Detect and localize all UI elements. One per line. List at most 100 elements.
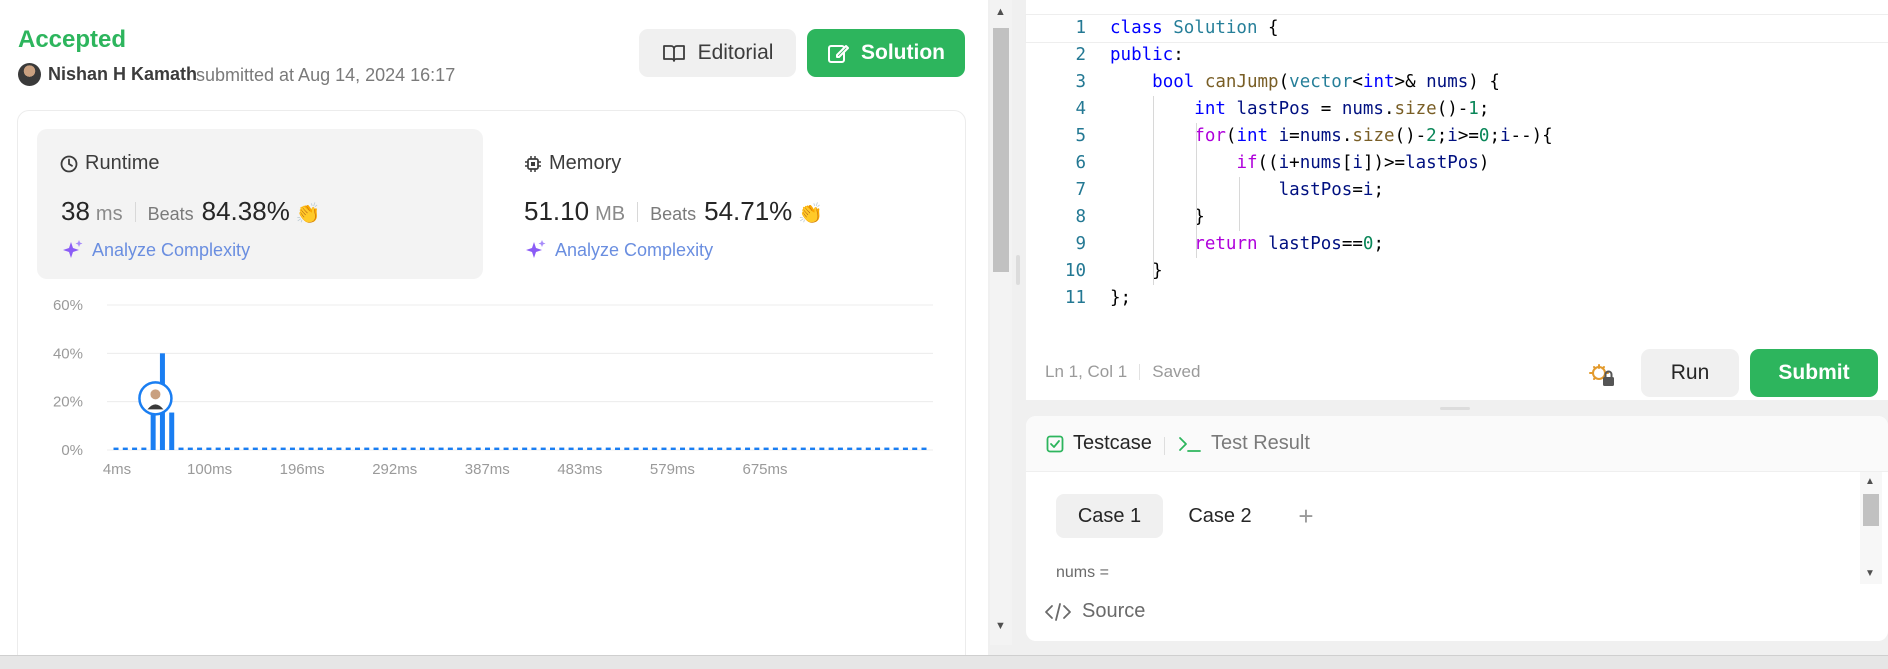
scroll-down-arrow-icon[interactable]: ▼	[995, 620, 1006, 632]
chart-bar[interactable]	[624, 447, 630, 450]
runtime-analyze-complexity-link[interactable]: Analyze Complexity	[62, 239, 250, 261]
chart-bar[interactable]	[689, 447, 695, 450]
chart-bar[interactable]	[169, 412, 175, 450]
chart-bar[interactable]	[447, 447, 453, 450]
chart-bar[interactable]	[680, 447, 686, 450]
chart-bar[interactable]	[178, 447, 184, 450]
scroll-down-arrow-icon[interactable]: ▼	[1865, 568, 1875, 579]
code-area[interactable]: 1 class Solution {2 public: 3 bool canJump(…	[1025, 14, 1888, 312]
code-line[interactable]: 2 public:	[1026, 42, 1888, 69]
chart-bar[interactable]	[707, 447, 713, 450]
chart-bar[interactable]	[735, 447, 741, 450]
chart-bar[interactable]	[902, 447, 908, 450]
chart-bar[interactable]	[410, 447, 416, 450]
chart-bar[interactable]	[382, 447, 388, 450]
chart-bar[interactable]	[642, 447, 648, 450]
chart-bar[interactable]	[754, 447, 760, 450]
scroll-up-arrow-icon[interactable]: ▲	[995, 6, 1006, 18]
chart-bar[interactable]	[243, 447, 249, 450]
chart-bar[interactable]	[652, 447, 658, 450]
chart-bar[interactable]	[373, 447, 379, 450]
chart-bar[interactable]	[875, 447, 881, 450]
chart-bar[interactable]	[587, 447, 593, 450]
horizontal-resize-handle[interactable]	[1440, 407, 1470, 410]
chart-bar[interactable]	[234, 447, 240, 450]
chart-bar[interactable]	[429, 447, 435, 450]
runtime-distribution-chart[interactable]: 0% 20% 40% 60% 4ms 100ms 196ms 292ms 387ms 483ms 5…	[40, 295, 940, 575]
chart-bar[interactable]	[633, 447, 639, 450]
left-panel-scrollbar[interactable]: ▲ ▼	[990, 0, 1012, 645]
panel-resize-handle[interactable]	[1016, 255, 1020, 285]
case-1-tab[interactable]: Case 1	[1056, 494, 1163, 538]
solution-button[interactable]: Solution	[807, 29, 965, 77]
chart-bar[interactable]	[466, 447, 472, 450]
chart-bar[interactable]	[512, 447, 518, 450]
code-line[interactable]: 11};	[1026, 285, 1888, 312]
tab-test-result[interactable]: Test Result	[1178, 432, 1310, 455]
chart-bar[interactable]	[865, 447, 871, 450]
chart-bar[interactable]	[531, 447, 537, 450]
chart-bar[interactable]	[494, 447, 500, 450]
bug-lock-icon[interactable]	[1588, 360, 1618, 390]
code-line[interactable]: 1 class Solution {	[1025, 14, 1888, 43]
run-button[interactable]: Run	[1641, 349, 1739, 397]
scrollbar-thumb[interactable]	[1863, 494, 1879, 526]
chart-bar[interactable]	[187, 447, 193, 450]
case-2-tab[interactable]: Case 2	[1174, 494, 1266, 538]
chart-bar[interactable]	[215, 447, 221, 450]
chart-bar[interactable]	[252, 447, 258, 450]
memory-header[interactable]: Memory	[524, 152, 621, 175]
chart-bar[interactable]	[847, 447, 853, 450]
code-line[interactable]: 4 int lastPos = nums.size()-1;	[1026, 96, 1888, 123]
chart-bar[interactable]	[717, 447, 723, 450]
code-line[interactable]: 8 }	[1026, 204, 1888, 231]
chart-bar[interactable]	[401, 447, 407, 450]
chart-bar[interactable]	[837, 447, 843, 450]
code-line[interactable]: 3 bool canJump(vector<int>& nums) {	[1026, 69, 1888, 96]
chart-bar[interactable]	[197, 447, 203, 450]
chart-bar[interactable]	[364, 447, 370, 450]
chart-bar[interactable]	[800, 447, 806, 450]
chart-bar[interactable]	[577, 447, 583, 450]
source-link[interactable]: Source	[1044, 600, 1145, 623]
code-line[interactable]: 7 lastPos=i;	[1026, 177, 1888, 204]
testcase-scrollbar[interactable]: ▲ ▼	[1860, 472, 1882, 584]
submit-button[interactable]: Submit	[1750, 349, 1878, 397]
chart-bar[interactable]	[568, 447, 574, 450]
chart-bar[interactable]	[317, 447, 323, 450]
chart-bar[interactable]	[336, 447, 342, 450]
chart-bar[interactable]	[828, 447, 834, 450]
code-editor[interactable]: 1 class Solution {2 public: 3 bool canJump(…	[1025, 0, 1888, 400]
chart-bar[interactable]	[884, 447, 890, 450]
code-line[interactable]: 10 }	[1026, 258, 1888, 285]
code-line[interactable]: 5 for(int i=nums.size()-2;i>=0;i--){	[1026, 123, 1888, 150]
chart-bar[interactable]	[921, 447, 927, 450]
chart-bar[interactable]	[615, 447, 621, 450]
chart-bar[interactable]	[289, 447, 295, 450]
chart-bar[interactable]	[419, 447, 425, 450]
chart-bar[interactable]	[763, 447, 769, 450]
chart-bar[interactable]	[122, 447, 128, 450]
chart-bar[interactable]	[856, 447, 862, 450]
chart-bar[interactable]	[457, 447, 463, 450]
scrollbar-thumb[interactable]	[993, 28, 1009, 272]
chart-bar[interactable]	[345, 447, 351, 450]
chart-bar[interactable]	[271, 447, 277, 450]
chart-bar[interactable]	[141, 447, 147, 450]
author-avatar[interactable]	[18, 63, 41, 86]
chart-bar[interactable]	[605, 447, 611, 450]
chart-bar[interactable]	[745, 447, 751, 450]
chart-bar[interactable]	[540, 447, 546, 450]
chart-bar[interactable]	[782, 447, 788, 450]
chart-bar[interactable]	[280, 447, 286, 450]
chart-bar[interactable]	[262, 447, 268, 450]
chart-bar[interactable]	[484, 447, 490, 450]
scroll-up-arrow-icon[interactable]: ▲	[1865, 476, 1875, 487]
chart-bar[interactable]	[503, 447, 509, 450]
chart-bar[interactable]	[791, 447, 797, 450]
tab-testcase[interactable]: Testcase	[1046, 432, 1152, 455]
code-line[interactable]: 6 if((i+nums[i])>=lastPos)	[1026, 150, 1888, 177]
chart-bar[interactable]	[661, 447, 667, 450]
chart-bar[interactable]	[132, 447, 138, 450]
editorial-button[interactable]: Editorial	[639, 29, 796, 77]
